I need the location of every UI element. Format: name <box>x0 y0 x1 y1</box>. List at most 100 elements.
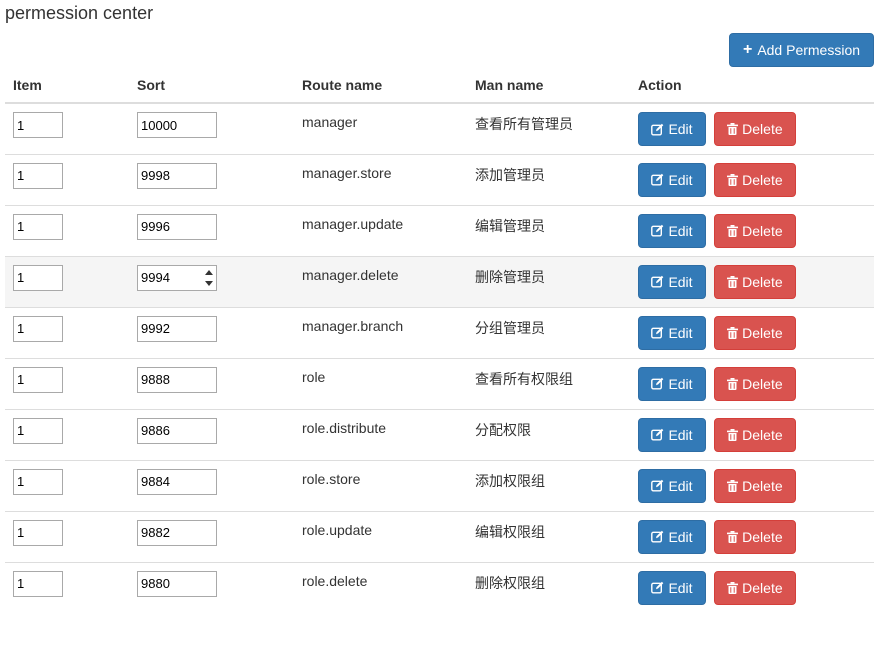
edit-icon <box>651 479 664 492</box>
delete-label: Delete <box>742 375 783 392</box>
man-name-cell: 添加管理员 <box>467 153 630 205</box>
sort-input[interactable] <box>137 213 217 240</box>
route-name-cell: role.distribute <box>294 408 467 460</box>
table-row: manager.store 添加管理员 Edit <box>5 153 874 205</box>
item-input[interactable] <box>13 519 63 546</box>
edit-button[interactable]: Edit <box>638 315 706 350</box>
delete-button[interactable]: Delete <box>713 366 796 401</box>
delete-button[interactable]: Delete <box>713 264 796 299</box>
sort-field <box>137 112 217 138</box>
sort-input[interactable] <box>137 519 217 546</box>
route-name: role.distribute <box>302 419 387 436</box>
route-name-cell: role <box>294 357 467 409</box>
delete-label: Delete <box>742 324 783 341</box>
edit-icon <box>651 428 664 441</box>
action-cell: Edit Delete <box>630 408 874 460</box>
action-cell: Edit Delete <box>630 459 874 511</box>
trash-icon <box>727 224 739 237</box>
route-name: role <box>302 368 326 385</box>
route-name: manager.store <box>302 164 392 181</box>
trash-icon <box>727 326 739 339</box>
sort-input[interactable] <box>137 315 217 342</box>
edit-button[interactable]: Edit <box>638 264 706 299</box>
spin-up-arrow-icon[interactable] <box>204 269 213 275</box>
column-header-action: Action <box>630 67 874 104</box>
item-input[interactable] <box>13 468 63 495</box>
route-name: role.update <box>302 521 373 538</box>
edit-button[interactable]: Edit <box>638 519 706 554</box>
edit-icon <box>651 224 664 237</box>
spin-down-arrow-icon[interactable] <box>204 280 213 286</box>
sort-cell <box>129 357 294 409</box>
route-name: manager.update <box>302 215 404 232</box>
item-cell <box>5 357 129 409</box>
trash-icon <box>727 275 739 288</box>
sort-spinner-control[interactable] <box>204 269 213 286</box>
delete-button[interactable]: Delete <box>713 417 796 452</box>
delete-label: Delete <box>742 426 783 443</box>
plus-icon: + <box>742 41 753 58</box>
sort-input[interactable] <box>137 112 217 138</box>
column-header-sort: Sort <box>129 67 294 104</box>
edit-icon <box>651 581 664 594</box>
sort-field <box>137 213 217 240</box>
trash-icon <box>727 377 739 390</box>
sort-cell <box>129 204 294 256</box>
sort-cell <box>129 561 294 613</box>
delete-button[interactable]: Delete <box>713 213 796 248</box>
action-cell: Edit Delete <box>630 561 874 613</box>
sort-input[interactable] <box>137 468 217 495</box>
edit-button[interactable]: Edit <box>638 162 706 197</box>
item-input[interactable] <box>13 213 63 240</box>
table-row: role.store 添加权限组 Edit <box>5 459 874 511</box>
sort-field <box>137 468 217 495</box>
item-input[interactable] <box>13 366 63 393</box>
action-cell: Edit Delete <box>630 102 874 154</box>
edit-label: Edit <box>668 171 693 188</box>
item-input[interactable] <box>13 417 63 444</box>
delete-button[interactable]: Delete <box>713 519 796 554</box>
route-name-cell: role.update <box>294 510 467 562</box>
edit-button[interactable]: Edit <box>638 417 706 452</box>
delete-button[interactable]: Delete <box>713 315 796 350</box>
item-cell <box>5 510 129 562</box>
edit-button[interactable]: Edit <box>638 213 706 248</box>
man-name: 分组管理员 <box>475 319 545 336</box>
delete-button[interactable]: Delete <box>713 468 796 503</box>
permission-table: Item Sort Route name Man name Action man… <box>5 67 874 613</box>
edit-button[interactable]: Edit <box>638 468 706 503</box>
action-cell: Edit Delete <box>630 357 874 409</box>
delete-button[interactable]: Delete <box>713 112 796 146</box>
man-name: 添加权限组 <box>475 472 545 489</box>
edit-button[interactable]: Edit <box>638 366 706 401</box>
sort-input[interactable] <box>137 162 217 189</box>
edit-button[interactable]: Edit <box>638 570 706 605</box>
trash-icon <box>727 123 739 135</box>
man-name: 分配权限 <box>475 421 531 438</box>
item-cell <box>5 153 129 205</box>
man-name: 添加管理员 <box>475 166 545 183</box>
item-input[interactable] <box>13 112 63 138</box>
sort-field <box>137 264 217 291</box>
add-permission-label: Add Permession <box>757 42 861 58</box>
delete-label: Delete <box>742 528 783 545</box>
delete-button[interactable]: Delete <box>713 162 796 197</box>
item-input[interactable] <box>13 570 63 597</box>
sort-input[interactable] <box>137 417 217 444</box>
delete-label: Delete <box>742 477 783 494</box>
item-input[interactable] <box>13 264 63 291</box>
sort-field <box>137 570 217 597</box>
edit-icon <box>651 123 664 136</box>
edit-icon <box>651 530 664 543</box>
delete-button[interactable]: Delete <box>713 570 796 605</box>
item-input[interactable] <box>13 162 63 189</box>
sort-cell <box>129 153 294 205</box>
item-input[interactable] <box>13 315 63 342</box>
man-name: 删除管理员 <box>475 268 545 285</box>
add-permission-button[interactable]: + Add Permession <box>729 33 874 67</box>
trash-icon <box>727 428 739 441</box>
sort-input[interactable] <box>137 570 217 597</box>
table-row: manager.branch 分组管理员 Edit <box>5 306 874 358</box>
edit-button[interactable]: Edit <box>638 112 706 146</box>
sort-input[interactable] <box>137 366 217 393</box>
